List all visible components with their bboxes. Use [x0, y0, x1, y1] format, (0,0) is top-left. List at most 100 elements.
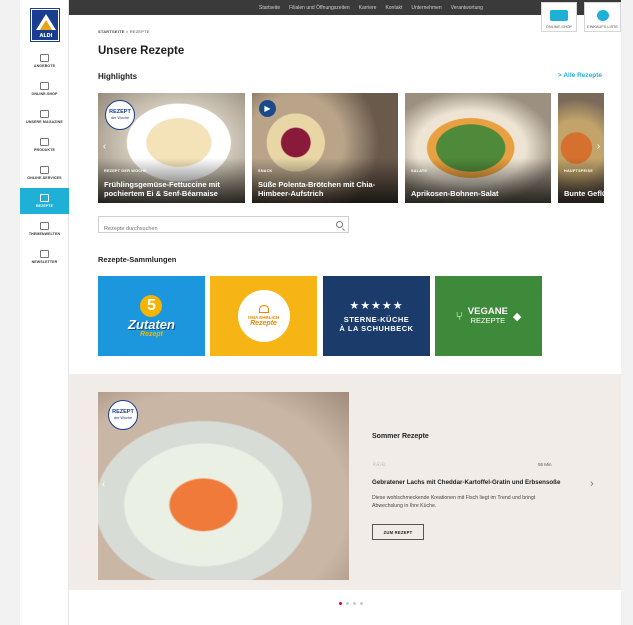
sidebar-item-newsletter[interactable]: NEWSLETTER [20, 244, 69, 270]
card-category: SNACK [258, 169, 273, 173]
shopping-list-label: EINKAUFS-LISTE [587, 24, 618, 29]
carousel-next-icon[interactable]: › [594, 140, 603, 154]
all-recipes-link[interactable]: > Alle Rezepte [558, 72, 602, 79]
card-title: Frühlingsgemüse-Fettuccine mit pochierte… [104, 180, 220, 198]
carousel-dots [339, 602, 363, 605]
search-icon[interactable] [336, 221, 343, 228]
breadcrumb: STARTSEITE > REZEPTE [98, 29, 150, 34]
highlights-heading: Highlights [98, 72, 138, 81]
recipe-search [98, 216, 349, 237]
tile-line: Rezepte [250, 320, 277, 327]
tile-label: OMA EHRLICH Rezepte [237, 290, 290, 342]
sidebar-item-online-shop[interactable]: ONLINE-SHOP [20, 76, 69, 102]
sidebar-item-label: REZEPTE [35, 204, 54, 208]
badge-sub: der Woche [113, 415, 133, 420]
truck-icon [40, 82, 49, 90]
sidebar-item-themenwelten[interactable]: THEMENWELTEN [20, 216, 69, 242]
sidebar-item-label: NEWSLETTER [31, 260, 58, 264]
highlight-card[interactable]: ▶ SNACK Süße Polenta-Brötchen mit Chia-H… [252, 93, 398, 203]
recipe-icon [40, 194, 49, 202]
tile-label: ⑂ VEGANE REZEPTE ◆ [455, 306, 522, 326]
tile-line: Rezept [140, 330, 163, 338]
sidebar-item-label: PRODUKTE [34, 148, 55, 152]
mail-icon [40, 250, 49, 258]
collection-tile-5-zutaten[interactable]: 5 Zutaten Rezept [98, 276, 205, 356]
recipe-title: Gebratener Lachs mit Cheddar-Kartoffel-G… [372, 479, 561, 486]
recipe-of-week-badge: REZEPT der Woche [108, 400, 138, 430]
list-icon [596, 9, 609, 21]
top-link-filialen[interactable]: Filialen und Öffnungszeiten [289, 5, 350, 11]
highlight-card[interactable]: REZEPT der Woche ‹ REZEPT DER WOCHE Frühl… [98, 93, 245, 203]
shopping-list-button[interactable]: EINKAUFS-LISTE [584, 2, 621, 32]
online-shop-button[interactable]: ONLINE-SHOP [541, 2, 577, 32]
sidebar-nav: ANGEBOTE ONLINE-SHOP UNSERE MAGAZINE PRO… [20, 48, 69, 272]
magazine-icon [40, 110, 49, 118]
collection-tile-vegane[interactable]: ⑂ VEGANE REZEPTE ◆ [435, 276, 542, 356]
tag-icon [40, 54, 49, 62]
tile-line: Zutaten [128, 316, 175, 332]
collection-tile-oma-ehrlich[interactable]: OMA EHRLICH Rezepte [210, 276, 317, 356]
sidebar-item-label: UNSERE MAGAZINE [26, 120, 63, 124]
breadcrumb-home[interactable]: STARTSEITE [98, 29, 125, 34]
zum-rezept-button[interactable]: ZUM REZEPT [372, 524, 424, 540]
top-link-karriere[interactable]: Karriere [359, 5, 377, 11]
carousel-dot[interactable] [360, 602, 363, 605]
sidebar-item-label: ANGEBOTE [33, 64, 56, 68]
highlight-card[interactable]: SALATE Aprikosen-Bohnen-Salat [405, 93, 551, 203]
sidebar-item-online-services[interactable]: ONLINE-SERVICES [20, 160, 69, 186]
sidebar: ALDI ANGEBOTE ONLINE-SHOP UNSERE MAGAZIN… [20, 0, 69, 625]
sidebar-item-label: ONLINE-SHOP [31, 92, 58, 96]
highlight-card[interactable]: HAUPTSPEISE Bunte Geflügel (all in one) … [558, 93, 604, 203]
featured-image[interactable]: REZEPT der Woche ‹ [98, 392, 349, 580]
tile-label: 5 Zutaten Rezept [128, 294, 175, 338]
tile-label: ★★★★★ STERNE-KÜCHE À LA SCHUHBECK [339, 299, 413, 333]
card-title: Aprikosen-Bohnen-Salat [411, 189, 499, 198]
featured-next-icon[interactable]: › [590, 478, 594, 490]
top-link-unternehmen[interactable]: Unternehmen [411, 5, 441, 11]
section-title: Sommer Rezepte [372, 433, 429, 440]
page-title: Unsere Rezepte [98, 45, 185, 57]
left-gutter [0, 0, 20, 625]
featured-prev-icon[interactable]: ‹ [99, 478, 108, 492]
aldi-logo[interactable]: ALDI [30, 8, 60, 42]
logo-word: ALDI [39, 33, 53, 39]
collections-heading: Rezepte-Sammlungen [98, 255, 177, 264]
pot-icon [258, 305, 269, 313]
card-category: SALATE [411, 169, 428, 173]
truck-icon [550, 9, 568, 21]
sidebar-item-label: ONLINE-SERVICES [27, 176, 62, 180]
tile-line: STERNE-KÜCHE [343, 315, 410, 324]
play-icon[interactable]: ▶ [259, 100, 276, 117]
logo-triangle-accent [40, 20, 52, 30]
sidebar-item-rezepte[interactable]: REZEPTE [20, 188, 69, 214]
sidebar-item-magazine[interactable]: UNSERE MAGAZINE [20, 104, 69, 130]
top-bar: Startseite Filialen und Öffnungszeiten K… [69, 0, 621, 15]
spoon-icon: ◆ [512, 310, 522, 323]
search-input[interactable] [99, 221, 319, 237]
product-icon [40, 138, 49, 146]
carousel-dot[interactable] [339, 602, 342, 605]
carousel-dot[interactable] [353, 602, 356, 605]
difficulty-hats-icon: ♘♘♘ [372, 462, 386, 468]
prep-time: 95 Min [538, 462, 552, 467]
fork-icon: ⑂ [455, 309, 463, 323]
top-link-verantwortung[interactable]: Verantwortung [451, 5, 483, 11]
card-category: REZEPT DER WOCHE [104, 169, 147, 173]
carousel-dot[interactable] [346, 602, 349, 605]
top-link-kontakt[interactable]: Kontakt [385, 5, 402, 11]
top-link-startseite[interactable]: Startseite [259, 5, 280, 11]
carousel-prev-icon[interactable]: ‹ [100, 140, 109, 154]
sidebar-item-angebote[interactable]: ANGEBOTE [20, 48, 69, 74]
card-category: HAUPTSPEISE [564, 169, 593, 173]
recipe-description: Diese wohlschmeckende Kreationen mit Fis… [372, 495, 536, 509]
sidebar-item-produkte[interactable]: PRODUKTE [20, 132, 69, 158]
services-icon [40, 166, 49, 174]
collection-tile-sterne-kueche[interactable]: ★★★★★ STERNE-KÜCHE À LA SCHUHBECK [323, 276, 430, 356]
online-shop-label: ONLINE-SHOP [545, 24, 573, 29]
stars-icon: ★★★★★ [349, 300, 404, 312]
breadcrumb-separator: > [125, 29, 129, 34]
top-links: Startseite Filialen und Öffnungszeiten K… [259, 0, 483, 15]
page: ALDI ANGEBOTE ONLINE-SHOP UNSERE MAGAZIN… [0, 0, 633, 625]
badge-sub: der Woche [110, 115, 130, 120]
tile-line: REZEPTE [470, 316, 506, 326]
